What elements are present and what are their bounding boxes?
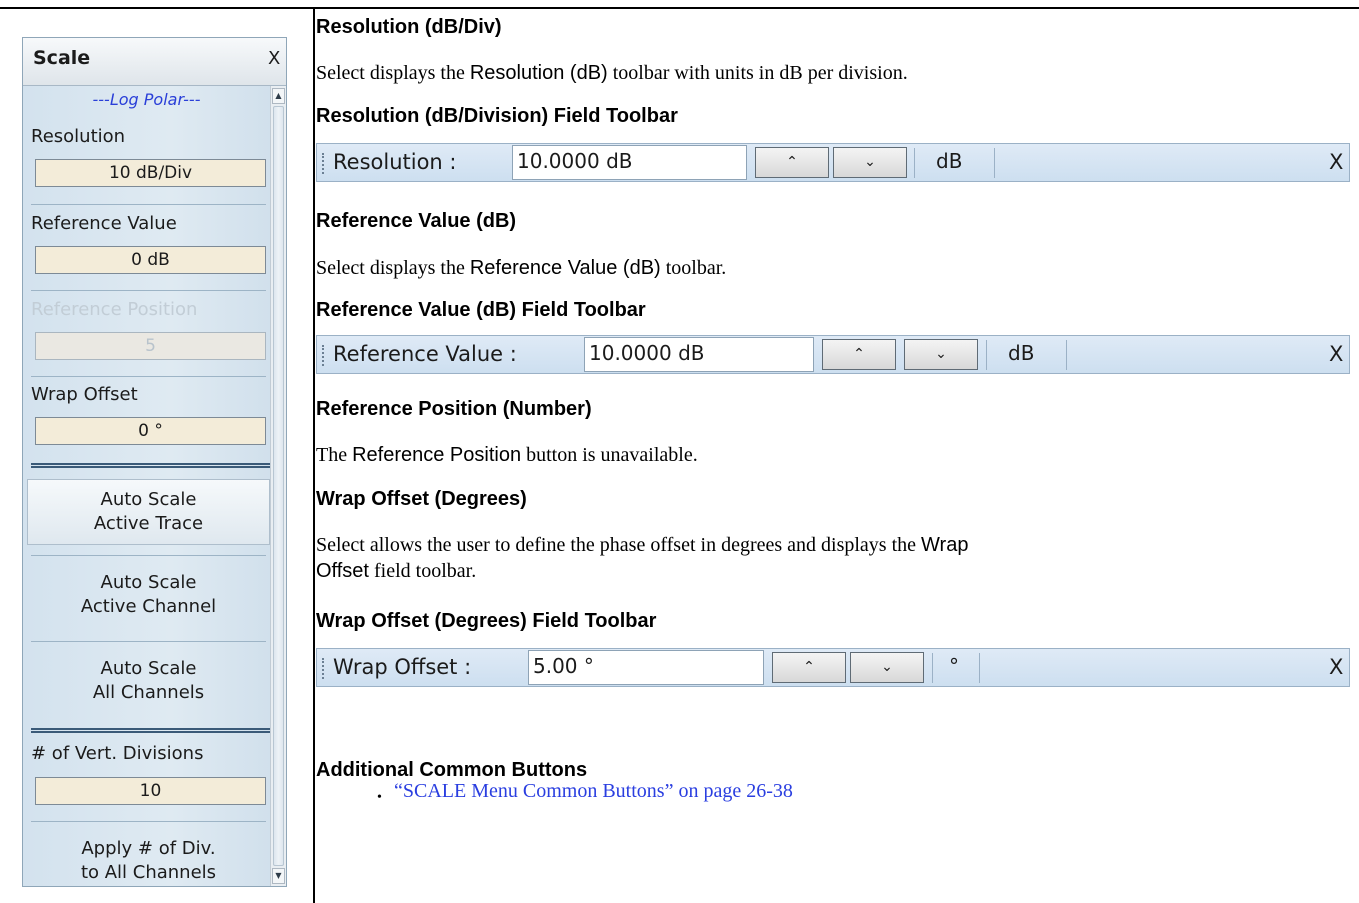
menu-separator	[31, 641, 266, 642]
increment-button[interactable]: ⌃	[822, 339, 896, 370]
reference-value-label: Reference Value	[31, 213, 177, 234]
decrement-button[interactable]: ⌄	[833, 147, 907, 178]
vert-divisions-label: # of Vert. Divisions	[31, 743, 204, 764]
panel-header: Scale X	[23, 38, 286, 86]
toolbar-divider	[914, 148, 915, 178]
reference-value-input[interactable]: 10.0000 dB	[584, 337, 814, 372]
menu-separator	[31, 376, 266, 377]
reference-position-label: Reference Position	[31, 299, 198, 320]
heading-wrap-offset: Wrap Offset (Degrees)	[316, 488, 527, 510]
reference-value-toolbar: Reference Value : 10.0000 dB ⌃ ⌄ dB X	[316, 335, 1350, 374]
toolbar-grip-icon[interactable]	[322, 153, 326, 174]
button-line: Active Channel	[80, 596, 217, 617]
paragraph-wrap-offset-line1: Select allows the user to define the pha…	[316, 532, 968, 558]
text: toolbar with units in dB per division.	[607, 62, 908, 84]
heading-reference-value-toolbar: Reference Value (dB) Field Toolbar	[316, 299, 646, 321]
term: Reference Position	[352, 444, 522, 466]
toolbar-divider	[932, 653, 933, 683]
toolbar-label: Wrap Offset :	[333, 655, 472, 679]
scale-menu-panel: Scale X ---Log Polar--- Resolution 10 dB…	[22, 37, 287, 887]
text: The	[316, 444, 353, 466]
toolbar-divider	[986, 340, 987, 370]
column-divider	[313, 9, 315, 903]
reference-value-field[interactable]: 0 dB	[35, 246, 266, 274]
scroll-down-icon[interactable]: ▼	[272, 868, 285, 884]
wrap-offset-field[interactable]: 0 °	[35, 417, 266, 445]
wrap-offset-input[interactable]: 5.00 °	[528, 650, 764, 685]
toolbar-label: Resolution :	[333, 150, 457, 174]
scale-menu-common-buttons-link[interactable]: “SCALE Menu Common Buttons” on page 26-3…	[394, 778, 793, 804]
panel-title: Scale	[33, 47, 91, 69]
text: field toolbar.	[369, 560, 477, 582]
paragraph-reference-value: Select displays the Reference Value (dB)…	[316, 255, 726, 281]
button-line: Auto Scale	[100, 489, 197, 510]
menu-separator	[31, 204, 266, 205]
menu-double-separator	[31, 463, 270, 468]
reference-position-field: 5	[35, 332, 266, 360]
toolbar-close-button[interactable]: X	[1329, 655, 1343, 679]
button-line: Auto Scale	[100, 658, 197, 679]
auto-scale-active-channel-button[interactable]: Auto Scale Active Channel	[27, 571, 270, 637]
panel-close-button[interactable]: X	[268, 48, 280, 69]
paragraph-reference-position: The Reference Position button is unavail…	[316, 442, 698, 468]
text: Select displays the	[316, 257, 470, 279]
heading-reference-value: Reference Value (dB)	[316, 210, 517, 232]
paragraph-resolution: Select displays the Resolution (dB) tool…	[316, 60, 908, 86]
apply-divisions-all-channels-button[interactable]: Apply # of Div. to All Channels	[27, 837, 270, 885]
toolbar-grip-icon[interactable]	[322, 658, 326, 679]
text: Select displays the	[316, 62, 470, 84]
wrap-offset-toolbar: Wrap Offset : 5.00 ° ⌃ ⌄ ° X	[316, 648, 1350, 687]
unit-label: °	[949, 654, 959, 678]
vert-divisions-field[interactable]: 10	[35, 777, 266, 805]
paragraph-wrap-offset-line2: Offset field toolbar.	[316, 558, 476, 584]
auto-scale-active-trace-button[interactable]: Auto Scale Active Trace	[27, 479, 270, 545]
heading-reference-position: Reference Position (Number)	[316, 398, 592, 420]
scroll-up-icon[interactable]: ▲	[272, 88, 285, 104]
unit-label: dB	[1008, 341, 1035, 365]
term: Reference Value (dB)	[469, 257, 661, 279]
unit-label: dB	[936, 149, 963, 173]
toolbar-divider	[1066, 340, 1067, 370]
resolution-label: Resolution	[31, 126, 126, 147]
scroll-thumb[interactable]	[273, 106, 284, 866]
wrap-offset-label: Wrap Offset	[31, 384, 138, 405]
increment-button[interactable]: ⌃	[772, 652, 846, 683]
term: Wrap	[921, 534, 969, 556]
menu-separator	[31, 290, 266, 291]
term: Resolution (dB)	[469, 62, 608, 84]
auto-scale-all-channels-button[interactable]: Auto Scale All Channels	[27, 657, 270, 723]
decrement-button[interactable]: ⌄	[904, 339, 978, 370]
button-line: Auto Scale	[100, 572, 197, 593]
heading-resolution-toolbar: Resolution (dB/Division) Field Toolbar	[316, 105, 678, 127]
button-line: Apply # of Div.	[81, 838, 216, 859]
toolbar-grip-icon[interactable]	[322, 345, 326, 366]
menu-scrollbar[interactable]: ▲ ▼	[270, 86, 286, 886]
menu-subtitle: ---Log Polar---	[92, 90, 201, 109]
toolbar-close-button[interactable]: X	[1329, 150, 1343, 174]
toolbar-close-button[interactable]: X	[1329, 342, 1343, 366]
text: button is unavailable.	[521, 444, 698, 466]
toolbar-divider	[994, 148, 995, 178]
resolution-field[interactable]: 10 dB/Div	[35, 159, 266, 187]
menu-separator	[31, 555, 266, 556]
bullet: •	[377, 790, 382, 805]
term: Offset	[316, 560, 369, 582]
text: Select allows the user to define the pha…	[316, 534, 922, 556]
button-line: to All Channels	[80, 862, 217, 883]
heading-resolution: Resolution (dB/Div)	[316, 16, 502, 38]
heading-wrap-offset-toolbar: Wrap Offset (Degrees) Field Toolbar	[316, 610, 657, 632]
resolution-input[interactable]: 10.0000 dB	[512, 145, 747, 180]
toolbar-divider	[979, 653, 980, 683]
top-rule	[0, 7, 1359, 9]
text: toolbar.	[660, 257, 727, 279]
toolbar-label: Reference Value :	[333, 342, 517, 366]
resolution-toolbar: Resolution : 10.0000 dB ⌃ ⌄ dB X	[316, 143, 1350, 182]
menu-area: ---Log Polar--- Resolution 10 dB/Div Ref…	[23, 86, 270, 886]
menu-double-separator	[31, 728, 270, 733]
decrement-button[interactable]: ⌄	[850, 652, 924, 683]
button-line: All Channels	[92, 682, 205, 703]
increment-button[interactable]: ⌃	[755, 147, 829, 178]
menu-separator	[31, 821, 266, 822]
button-line: Active Trace	[93, 513, 204, 534]
